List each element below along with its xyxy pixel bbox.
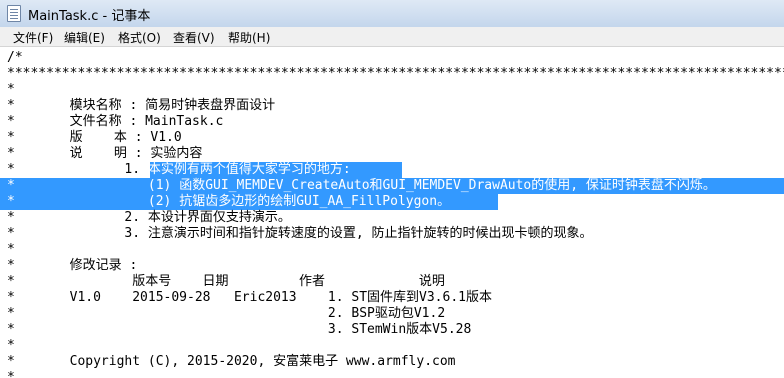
menu-edit[interactable]: 编辑(E) bbox=[64, 29, 105, 46]
text-line: * 3. 注意演示时间和指针旋转速度的设置, 防止指针旋转的时候出现卡顿的现象。 bbox=[7, 226, 593, 241]
text-line: * 模块名称 : 简易时钟表盘界面设计 bbox=[7, 98, 276, 113]
selected-text: (1) 函数GUI_MEMDEV_CreateAuto和GUI_MEMDEV_D… bbox=[147, 178, 716, 193]
text-line: * 1. 本实例有两个值得大家学习的地方: bbox=[7, 162, 351, 177]
text-line: * 2. BSP驱动包V1.2 bbox=[7, 306, 446, 321]
menu-help[interactable]: 帮助(H) bbox=[228, 29, 270, 46]
menu-file[interactable]: 文件(F) bbox=[13, 29, 53, 46]
text-line: * 3. STemWin版本V5.28 bbox=[7, 322, 472, 337]
text-line: * bbox=[7, 338, 15, 353]
text-line: * bbox=[7, 82, 15, 97]
text-line: * bbox=[7, 242, 15, 257]
selected-text: 本实例有两个值得大家学习的地方: bbox=[147, 162, 351, 177]
text-line: ****************************************… bbox=[7, 66, 784, 81]
text-line: * 说 明 : 实验内容 bbox=[7, 146, 203, 161]
text-editor[interactable]: /* *************************************… bbox=[0, 47, 784, 378]
text-line: /* bbox=[7, 50, 23, 65]
text-line: * (1) 函数GUI_MEMDEV_CreateAuto和GUI_MEMDEV… bbox=[7, 178, 716, 193]
text-line: * (2) 抗锯齿多边形的绘制GUI_AA_FillPolygon。 bbox=[7, 194, 451, 209]
text-line: * Copyright (C), 2015-2020, 安富莱电子 www.ar… bbox=[7, 354, 456, 369]
menu-bar: 文件(F) 编辑(E) 格式(O) 查看(V) 帮助(H) bbox=[0, 27, 784, 47]
notepad-icon bbox=[7, 5, 21, 22]
text-line: * 文件名称 : MainTask.c bbox=[7, 114, 224, 129]
window-title: MainTask.c - 记事本 bbox=[28, 9, 151, 24]
text-line: * V1.0 2015-09-28 Eric2013 1. ST固件库到V3.6… bbox=[7, 290, 492, 305]
text-line: * 版本号 日期 作者 说明 bbox=[7, 274, 445, 289]
text-line: * 版 本 : V1.0 bbox=[7, 130, 182, 145]
text-line: * 2. 本设计界面仅支持演示。 bbox=[7, 210, 291, 225]
selected-text: (2) 抗锯齿多边形的绘制GUI_AA_FillPolygon。 bbox=[147, 194, 451, 209]
menu-view[interactable]: 查看(V) bbox=[173, 29, 215, 46]
title-bar[interactable]: MainTask.c - 记事本 bbox=[0, 0, 784, 28]
text-line: * 修改记录 : bbox=[7, 258, 138, 273]
menu-format[interactable]: 格式(O) bbox=[118, 29, 161, 46]
text-line: * bbox=[7, 370, 15, 378]
